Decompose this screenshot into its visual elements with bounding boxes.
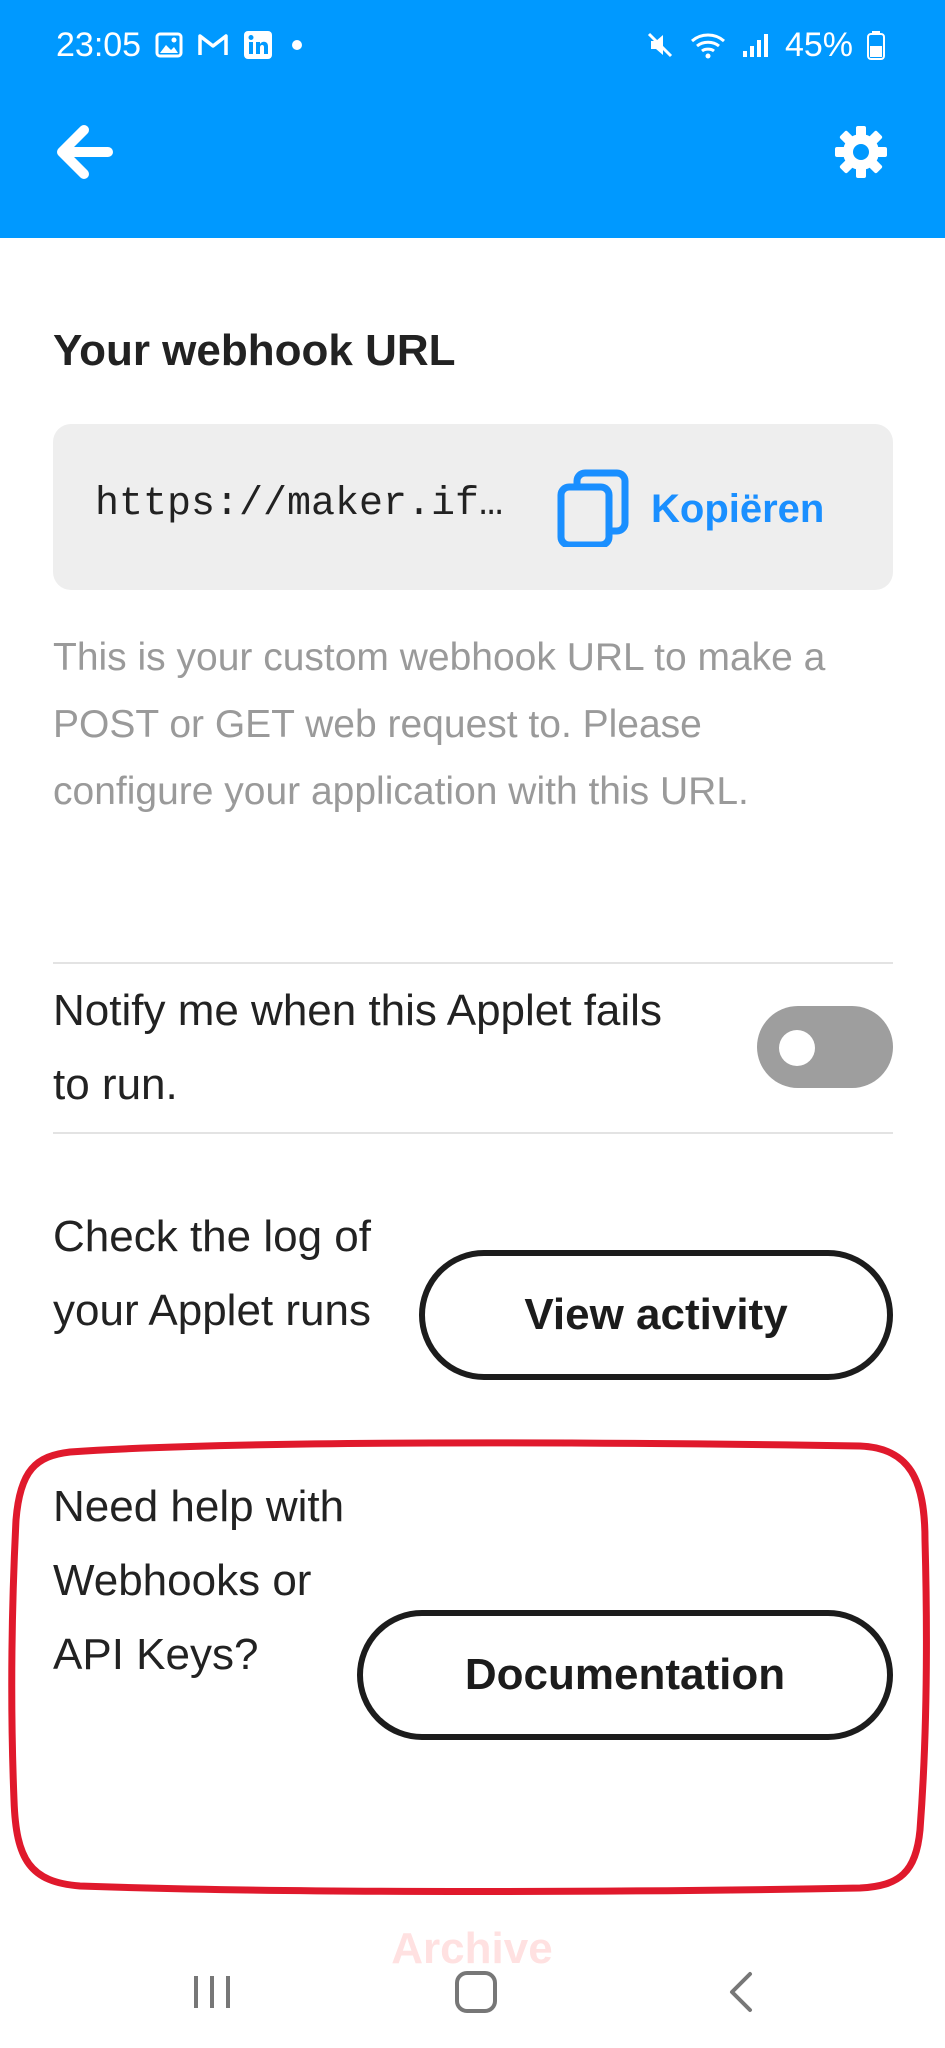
status-left: 23:05: [56, 26, 307, 65]
help-label: Need help with Webhooks or API Keys?: [53, 1482, 345, 1679]
recent-apps-button[interactable]: [182, 1964, 242, 2024]
image-notification-icon: [155, 31, 183, 59]
recent-apps-icon: [190, 1972, 234, 2017]
status-right: 45%: [645, 26, 885, 65]
gmail-icon: [197, 32, 229, 58]
signal-icon: [741, 31, 771, 59]
copy-label: Kopiëren: [651, 486, 825, 531]
home-button[interactable]: [446, 1964, 506, 2024]
notify-toggle[interactable]: [757, 1006, 893, 1088]
battery-percent: 45%: [784, 25, 853, 64]
activity-label: Check the log of your Applet runs: [53, 1212, 371, 1335]
webhook-description: This is your custom webhook URL to make …: [53, 636, 826, 813]
settings-button[interactable]: [829, 122, 893, 186]
status-bar: 23:05 45%: [0, 0, 945, 90]
status-time: 23:05: [56, 25, 142, 64]
view-activity-button[interactable]: View activity: [419, 1250, 893, 1380]
divider: [53, 962, 893, 964]
webhook-url-text[interactable]: https://maker.if…: [95, 482, 525, 527]
divider: [53, 1132, 893, 1134]
linkedin-icon: [243, 30, 273, 60]
notify-label: Notify me when this Applet fails to run.: [53, 986, 662, 1109]
copy-button[interactable]: Kopiëren: [553, 464, 824, 554]
gear-icon: [833, 124, 889, 185]
toggle-knob: [779, 1030, 815, 1066]
mute-icon: [645, 30, 675, 60]
battery-icon: [867, 30, 885, 60]
arrow-left-icon: [54, 124, 114, 185]
webhook-title: Your webhook URL: [53, 326, 456, 375]
webhook-url-box: https://maker.if… Kopiëren: [53, 424, 893, 590]
documentation-button[interactable]: Documentation: [357, 1610, 893, 1740]
dot-icon: [287, 35, 307, 55]
copy-icon: [553, 467, 633, 552]
app-bar: [0, 90, 945, 238]
nav-back-button[interactable]: [712, 1964, 772, 2024]
back-button[interactable]: [52, 122, 116, 186]
wifi-icon: [689, 30, 727, 60]
navigation-bar: [0, 1936, 945, 2048]
home-icon: [453, 1969, 499, 2020]
back-icon: [722, 1970, 762, 2019]
